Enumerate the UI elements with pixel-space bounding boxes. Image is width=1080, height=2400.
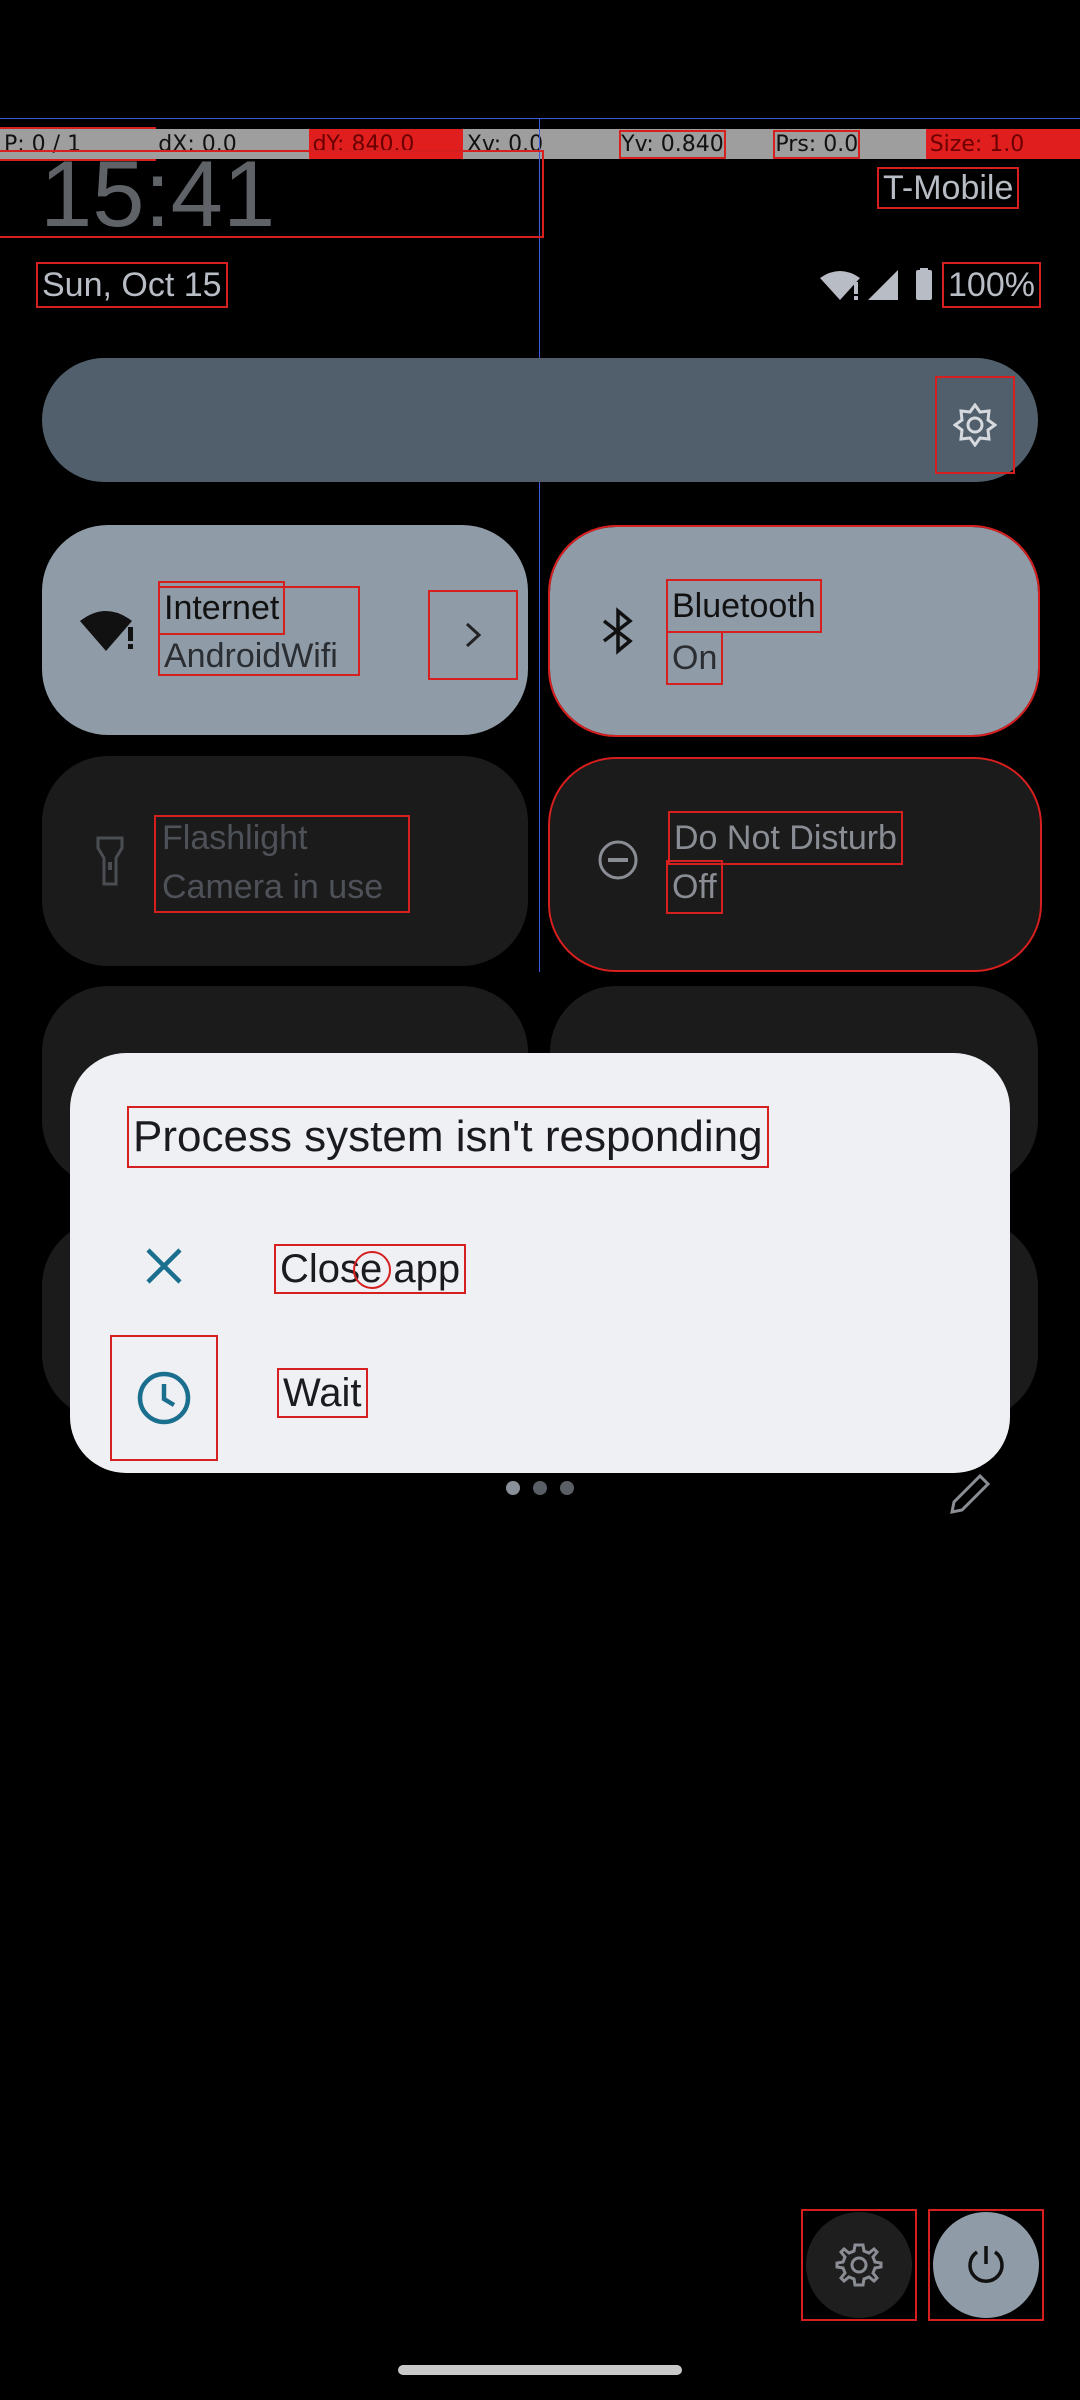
touch-point-indicator [353,1251,391,1289]
bluetooth-icon [602,607,633,655]
chevron-right-icon [465,622,482,648]
tile-dnd-title: Do Not Disturb [668,811,903,865]
power-icon [968,2246,1004,2283]
edit-tiles-button[interactable] [944,1470,994,1520]
tile-internet-label-bounds [158,586,360,676]
power-button[interactable] [928,2209,1044,2321]
page-dot [533,1481,547,1495]
tile-dnd-subtitle: Off [666,860,723,914]
status-icons [820,268,942,302]
minus-circle-icon [598,840,638,880]
clock[interactable]: 15:41 [0,147,544,241]
pointer-crosshair-vertical [539,118,540,972]
brightness-icon [953,403,997,447]
tile-flashlight-subtitle: Camera in use [162,868,384,906]
carrier-label: T-Mobile [876,167,1020,209]
wait-button[interactable] [110,1335,218,1461]
tile-bluetooth-subtitle: On [665,631,724,685]
flashlight-icon [96,836,124,886]
tile-bluetooth-title: Bluetooth [666,579,822,633]
settings-button[interactable] [801,2209,917,2321]
internet-details-button[interactable] [428,590,518,680]
page-indicator [506,1481,574,1497]
pencil-icon [950,1473,991,1514]
tile-flashlight-title: Flashlight [162,819,308,857]
page-dot [560,1481,574,1495]
wait-label[interactable]: Wait [277,1368,368,1418]
brightness-auto-button[interactable] [935,376,1015,474]
home-gesture-bar[interactable] [398,2365,682,2375]
clock-icon [137,1371,191,1425]
dialog-title: Process system isn't responding [127,1106,769,1168]
velocity-y: Yv: 0.840 [617,129,772,159]
battery-percentage: 100% [942,262,1041,308]
pointer-crosshair-horizontal [0,118,1080,119]
close-app-icon-wrap[interactable] [134,1236,194,1296]
date-label[interactable]: Sun, Oct 15 [36,262,228,308]
wifi-alert-icon [80,611,133,651]
close-icon [146,1248,182,1284]
page-dot [506,1481,520,1495]
pressure: Prs: 0.0 [771,129,926,159]
touch-size: Size: 1.0 [925,129,1080,159]
brightness-slider[interactable] [42,358,1038,482]
gear-icon [835,2243,883,2287]
wifi-alert-icon [820,268,932,300]
